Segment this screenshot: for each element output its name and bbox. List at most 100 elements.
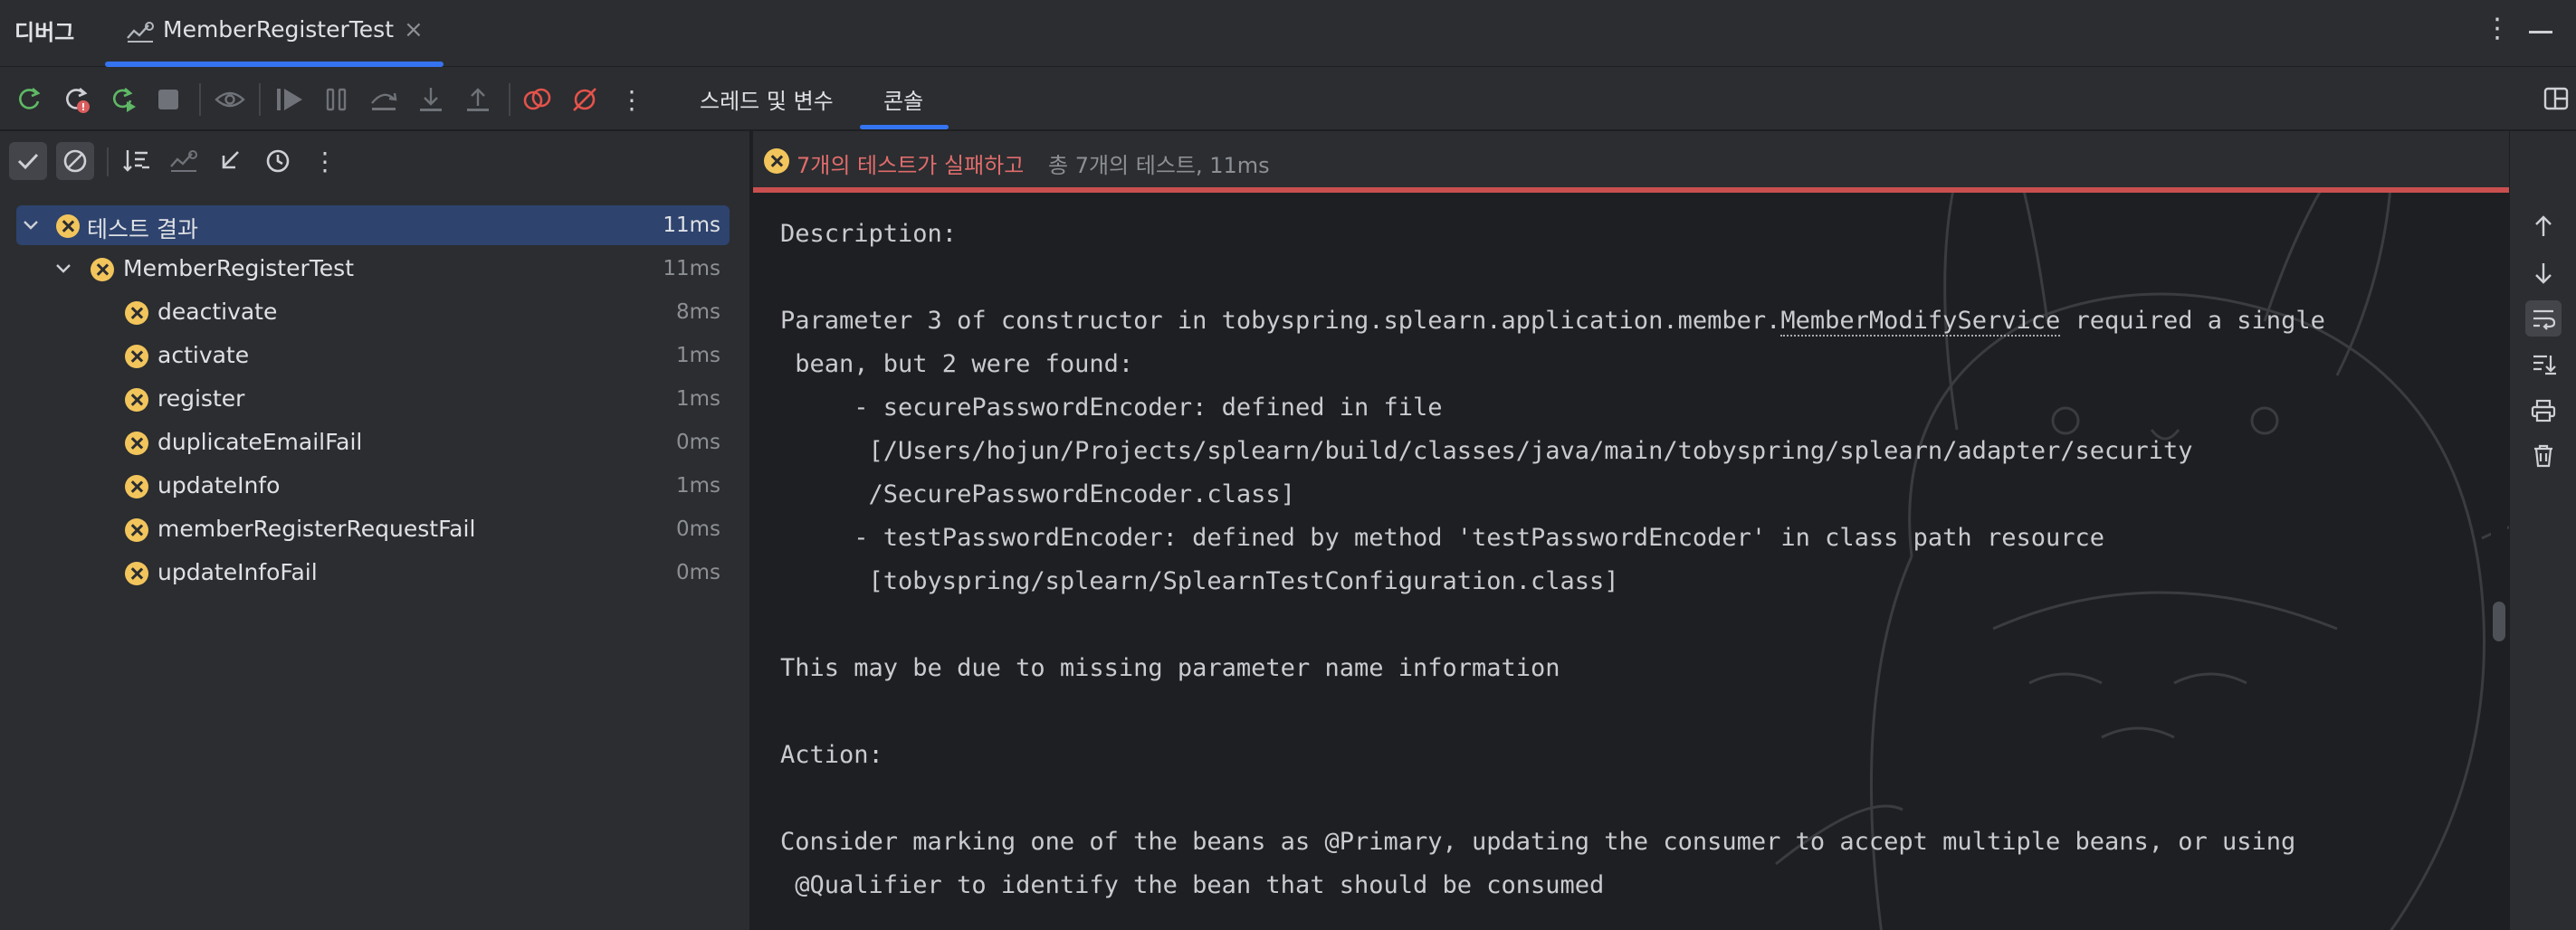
tree-node-root[interactable]: 테스트 결과 11ms xyxy=(16,205,730,245)
stop-icon xyxy=(152,83,185,116)
chevron-down-icon[interactable] xyxy=(20,214,42,236)
duration: 1ms xyxy=(675,344,720,367)
layout-icon[interactable] xyxy=(2543,87,2569,110)
active-tab-indicator xyxy=(860,125,949,129)
duration: 11ms xyxy=(663,257,720,280)
toolbar-separator xyxy=(509,83,510,116)
console-line: Parameter 3 of constructor in tobyspring… xyxy=(780,299,2325,343)
test-status-bar: 7개의 테스트가 실패하고 총 7개의 테스트, 11ms xyxy=(753,131,2509,187)
scroll-down-icon[interactable] xyxy=(2525,255,2562,291)
tree-node-label: 테스트 결과 xyxy=(87,216,198,242)
debug-tool-window-header: 디버그 MemberRegisterTest × ⋮ xyxy=(0,0,2576,67)
test-name: updateInfo xyxy=(157,472,281,498)
test-failed-icon xyxy=(125,388,148,412)
step-out-icon xyxy=(462,83,494,116)
console-line: /SecurePasswordEncoder.class] xyxy=(780,480,1295,508)
tree-node-test[interactable]: updateInfo 1ms xyxy=(16,466,730,506)
duration: 0ms xyxy=(675,431,720,454)
tab-threads-variables[interactable]: 스레드 및 변수 xyxy=(700,83,834,115)
test-failed-icon xyxy=(125,345,148,368)
debug-toolbar: ⋮ 스레드 및 변수 콘솔 xyxy=(0,67,2576,130)
collapse-icon[interactable] xyxy=(212,142,250,180)
step-into-icon xyxy=(415,83,447,116)
console-actions-strip xyxy=(2509,131,2576,930)
class-reference-link[interactable]: MemberModifyService xyxy=(1780,307,2061,337)
tree-node-test[interactable]: register 1ms xyxy=(16,379,730,419)
resume-icon xyxy=(273,83,306,116)
print-icon[interactable] xyxy=(2525,393,2562,429)
tab-member-register-test[interactable]: MemberRegisterTest × xyxy=(105,0,444,67)
import-tests-icon xyxy=(165,142,203,180)
console-scrollbar[interactable] xyxy=(2491,193,2507,930)
test-name: register xyxy=(157,385,245,412)
test-tree-toolbar: ⋮ xyxy=(0,131,751,193)
more-icon[interactable]: ⋮ xyxy=(306,142,344,180)
show-ignored-icon[interactable] xyxy=(56,142,94,180)
chevron-down-icon[interactable] xyxy=(52,258,74,280)
test-name: activate xyxy=(157,342,250,368)
console-line: Action: xyxy=(780,741,883,769)
minimize-icon[interactable] xyxy=(2529,31,2552,33)
view-breakpoints-icon[interactable] xyxy=(521,83,554,116)
test-failed-icon xyxy=(125,301,148,325)
tree-node-test[interactable]: activate 1ms xyxy=(16,336,730,375)
duration: 11ms xyxy=(663,214,720,237)
clear-all-icon[interactable] xyxy=(2525,438,2562,474)
scroll-up-icon[interactable] xyxy=(2525,208,2562,244)
tree-node-test[interactable]: memberRegisterRequestFail 0ms xyxy=(16,509,730,549)
show-passed-icon[interactable] xyxy=(9,142,47,180)
rerun-icon[interactable] xyxy=(13,83,45,116)
close-icon[interactable]: × xyxy=(404,16,424,43)
scrollbar-thumb[interactable] xyxy=(2493,602,2505,641)
failed-count-text: 7개의 테스트가 실패하고 xyxy=(797,153,1025,178)
sort-icon[interactable] xyxy=(118,142,156,180)
mute-breakpoints-icon[interactable] xyxy=(568,83,601,116)
console-text-segment: Parameter 3 of constructor in tobyspring… xyxy=(780,307,1781,335)
more-options-icon[interactable]: ⋮ xyxy=(2484,13,2511,44)
console-line: bean, but 2 were found: xyxy=(780,350,1134,378)
rerun-automatically-icon[interactable] xyxy=(107,83,139,116)
test-results-panel: ⋮ 테스트 결과 11ms MemberRegisterTest 11ms de… xyxy=(0,131,751,930)
test-failed-icon xyxy=(125,432,148,455)
failure-progress-bar xyxy=(753,187,2509,193)
tree-node-test[interactable]: deactivate 8ms xyxy=(16,292,730,332)
test-name: duplicateEmailFail xyxy=(157,429,363,455)
test-failed-icon xyxy=(125,475,148,498)
test-failed-icon xyxy=(125,518,148,542)
console-line: This may be due to missing parameter nam… xyxy=(780,654,1560,682)
test-failed-icon xyxy=(125,562,148,585)
soft-wrap-icon[interactable] xyxy=(2525,300,2562,337)
toolbar-separator xyxy=(259,83,261,116)
console-panel[interactable]: 7개의 테스트가 실패하고 총 7개의 테스트, 11ms Descriptio… xyxy=(753,131,2509,930)
console-line: [/Users/hojun/Projects/splearn/build/cla… xyxy=(780,437,2193,465)
console-line: [tobyspring/splearn/SplearnTestConfigura… xyxy=(780,567,1619,595)
rerun-failed-icon[interactable] xyxy=(60,83,92,116)
console-line: - securePasswordEncoder: defined in file xyxy=(780,394,1443,422)
tree-node-test[interactable]: updateInfoFail 0ms xyxy=(16,553,730,593)
duration: 8ms xyxy=(675,300,720,324)
duration: 1ms xyxy=(675,387,720,411)
step-over-icon xyxy=(367,83,400,116)
more-icon[interactable]: ⋮ xyxy=(615,83,648,116)
pause-icon xyxy=(320,83,353,116)
test-name: updateInfoFail xyxy=(157,559,318,585)
test-failed-icon xyxy=(56,214,80,238)
console-line: Consider marking one of the beans as @Pr… xyxy=(780,828,2296,856)
console-text-segment: required a single xyxy=(2060,307,2325,335)
console-line: @Qualifier to identify the bean that sho… xyxy=(780,871,1605,899)
tree-node-class[interactable]: MemberRegisterTest 11ms xyxy=(16,249,730,289)
view-icon xyxy=(214,83,246,116)
console-output[interactable]: Description: Parameter 3 of constructor … xyxy=(780,213,2325,907)
console-line: Description: xyxy=(780,220,958,248)
toolbar-separator xyxy=(107,147,109,176)
scroll-to-end-icon[interactable] xyxy=(2525,346,2562,382)
tree-node-test[interactable]: duplicateEmailFail 0ms xyxy=(16,422,730,462)
history-icon[interactable] xyxy=(259,142,297,180)
tab-console[interactable]: 콘솔 xyxy=(883,83,923,115)
test-name: deactivate xyxy=(157,299,278,325)
test-run-icon xyxy=(127,22,154,43)
